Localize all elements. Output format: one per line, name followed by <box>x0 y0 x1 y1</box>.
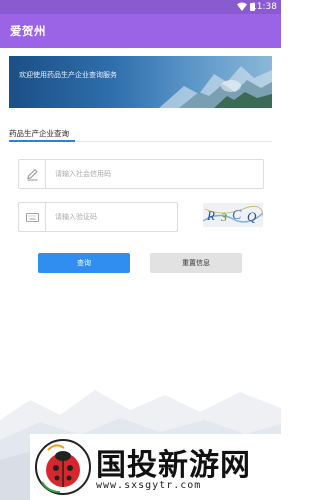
section-underline <box>9 140 75 142</box>
verify-code-input[interactable] <box>55 203 173 231</box>
banner: 欢迎使用药品生产企业查询服务 <box>9 56 272 108</box>
banner-text: 欢迎使用药品生产企业查询服务 <box>19 71 117 79</box>
wifi-icon <box>237 2 247 11</box>
svg-text:R: R <box>206 208 215 223</box>
query-button[interactable]: 查询 <box>38 253 130 273</box>
section-title: 药品生产企业查询 <box>9 129 69 138</box>
credit-code-field <box>18 159 264 189</box>
verify-code-field <box>18 202 178 232</box>
app-bar: 爱贺州 <box>0 14 281 48</box>
keyboard-icon <box>19 203 46 231</box>
ladybug-logo-icon <box>35 439 91 495</box>
watermark: 国投新游网 www.sxsgytr.com <box>30 434 281 500</box>
credit-code-input[interactable] <box>55 160 255 188</box>
captcha-image[interactable]: R 3 C Q <box>203 203 263 227</box>
status-bar: 11:38 <box>0 0 281 14</box>
status-time: 11:38 <box>251 2 277 12</box>
divider <box>75 140 272 141</box>
reset-button[interactable]: 重置信息 <box>150 253 242 273</box>
svg-text:C: C <box>232 208 242 223</box>
banner-landscape <box>159 66 272 108</box>
pencil-icon <box>19 160 46 188</box>
svg-text:Q: Q <box>247 209 257 224</box>
watermark-title: 国投新游网 <box>96 448 251 483</box>
app-title: 爱贺州 <box>10 24 46 38</box>
watermark-url: www.sxsgytr.com <box>96 480 202 491</box>
svg-text:3: 3 <box>220 210 227 224</box>
